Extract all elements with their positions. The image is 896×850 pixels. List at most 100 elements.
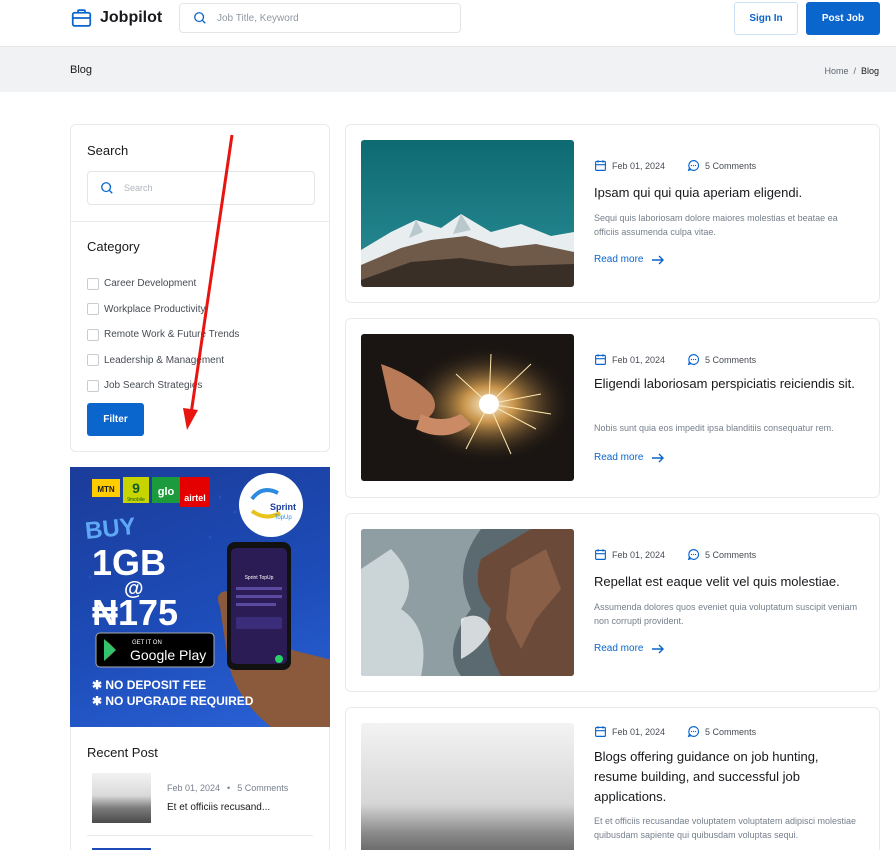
category-label: Workplace Productivity [104,303,206,315]
category-checkbox[interactable] [87,379,99,392]
svg-text:✱ NO UPGRADE REQUIRED: ✱ NO UPGRADE REQUIRED [92,694,254,708]
post-job-button[interactable]: Post Job [806,2,880,35]
category-label: Career Development [104,278,197,290]
breadcrumb-current: Blog [860,66,879,76]
svg-text:✱ NO DEPOSIT FEE: ✱ NO DEPOSIT FEE [92,678,206,692]
blog-post-card: Feb 01, 2024 5 Comments Ipsam qui qui qu… [345,124,880,303]
arrow-right-icon [652,255,665,264]
category-item[interactable]: Career Development [87,271,239,297]
top-header: Jobpilot Sign In Post Job [0,0,896,46]
sidebar-filter-card: Search Category Career Development Workp… [70,124,330,452]
category-checkbox[interactable] [87,277,99,290]
post-comments: 5 Comments [705,354,757,365]
post-comments: 5 Comments [705,726,757,737]
svg-text:TopUp: TopUp [274,515,292,521]
recent-post-meta: Feb 01, 2024 • 5 Comments [167,783,288,793]
post-comments: 5 Comments [705,549,757,560]
post-image-sparkler[interactable] [361,334,574,481]
post-title[interactable]: Eligendi laboriosam perspiciatis reicien… [594,374,864,394]
post-meta: Feb 01, 2024 5 Comments [594,353,756,366]
post-title[interactable]: Ipsam qui qui quia aperiam eligendi. [594,183,864,203]
svg-text:9: 9 [132,480,140,496]
category-checkbox[interactable] [87,354,99,367]
svg-text:airtel: airtel [184,493,206,503]
divider [71,221,329,222]
breadcrumb: Home / Blog [824,66,879,76]
job-search-input[interactable] [217,12,437,24]
read-more-link[interactable]: Read more [594,254,665,265]
category-label: Job Search Strategies [104,380,203,392]
comment-icon [687,160,700,172]
briefcase-icon [71,9,92,27]
job-search-box[interactable] [179,3,461,33]
svg-text:Sprint TopUp: Sprint TopUp [245,575,274,581]
read-more-link[interactable]: Read more [594,643,665,654]
svg-text:9mobile: 9mobile [127,497,145,503]
post-date: Feb 01, 2024 [612,354,666,365]
recent-post-title[interactable]: Et et officiis recusand... [167,802,270,813]
logo-text: Jobpilot [100,9,163,26]
category-label: Leadership & Management [104,354,225,366]
category-checkbox[interactable] [87,328,99,341]
post-title[interactable]: Blogs offering guidance on job hunting, … [594,747,864,807]
post-date: Feb 01, 2024 [612,549,666,560]
blog-post-card: Feb 01, 2024 5 Comments Repellat est eaq… [345,513,880,692]
sign-in-button[interactable]: Sign In [734,2,798,35]
breadcrumb-separator: / [853,66,856,76]
logo[interactable]: Jobpilot [71,8,162,28]
post-image-mountain[interactable] [361,140,574,287]
calendar-icon [595,726,606,737]
category-list: Career Development Workplace Productivit… [87,271,239,399]
breadcrumb-bar: Blog Home / Blog [0,46,896,92]
svg-text:MTN: MTN [97,485,115,494]
recent-post-card: Recent Post Feb 01, 2024 • 5 Comments Et… [70,727,330,850]
search-icon [194,12,206,24]
post-date: Feb 01, 2024 [612,726,666,737]
recent-post-heading: Recent Post [87,745,158,760]
category-item[interactable]: Job Search Strategies [87,373,239,399]
post-title[interactable]: Repellat est eaque velit vel quis molest… [594,572,864,592]
sidebar-search-box[interactable] [87,171,315,205]
post-excerpt: Nobis sunt quia eos impedit ipsa blandit… [594,423,834,433]
arrow-right-icon [652,644,665,653]
category-item[interactable]: Leadership & Management [87,348,239,374]
category-item[interactable]: Workplace Productivity [87,297,239,323]
svg-text:Sprint: Sprint [270,502,296,512]
comment-icon [687,726,700,738]
filter-button[interactable]: Filter [87,403,144,436]
post-comments: 5 Comments [705,160,757,171]
breadcrumb-home[interactable]: Home [824,66,848,76]
ad-banner[interactable]: MTN 9 9mobile glo airtel Sprint TopUp BU… [70,467,330,727]
post-date: Feb 01, 2024 [612,160,666,171]
page-title: Blog [70,64,93,76]
ad-artwork: MTN 9 9mobile glo airtel Sprint TopUp BU… [84,473,330,727]
sidebar-search-input[interactable] [124,183,304,193]
post-meta: Feb 01, 2024 5 Comments [594,548,756,561]
category-item[interactable]: Remote Work & Future Trends [87,322,239,348]
divider [87,835,313,836]
category-checkbox[interactable] [87,303,99,316]
calendar-icon [595,549,606,560]
post-excerpt: Assumenda dolores quos eveniet quia volu… [594,602,858,626]
post-meta: Feb 01, 2024 5 Comments [594,159,756,172]
blog-post-card: Feb 01, 2024 5 Comments Blogs offering g… [345,707,880,850]
read-more-link[interactable]: Read more [594,452,665,463]
search-icon [101,182,113,194]
calendar-icon [595,160,606,171]
recent-post-date: Feb 01, 2024 [167,783,221,793]
post-image-foggy-sea[interactable] [361,723,574,850]
category-heading: Category [87,239,140,254]
blog-post-card: Feb 01, 2024 5 Comments Eligendi laborio… [345,318,880,498]
svg-text:1GB: 1GB [92,542,166,583]
recent-post-thumbnail[interactable] [92,773,151,823]
read-more-label: Read more [594,643,644,654]
svg-text:BUY: BUY [84,513,137,545]
recent-post-comments: 5 Comments [237,783,289,793]
search-heading: Search [87,143,129,158]
post-image-waves-rocks[interactable] [361,529,574,676]
calendar-icon [595,354,606,365]
comment-icon [687,354,700,366]
arrow-right-icon [652,453,665,462]
meta-dot: • [227,783,231,793]
post-excerpt: Et et officiis recusandae voluptatem vol… [594,816,856,840]
